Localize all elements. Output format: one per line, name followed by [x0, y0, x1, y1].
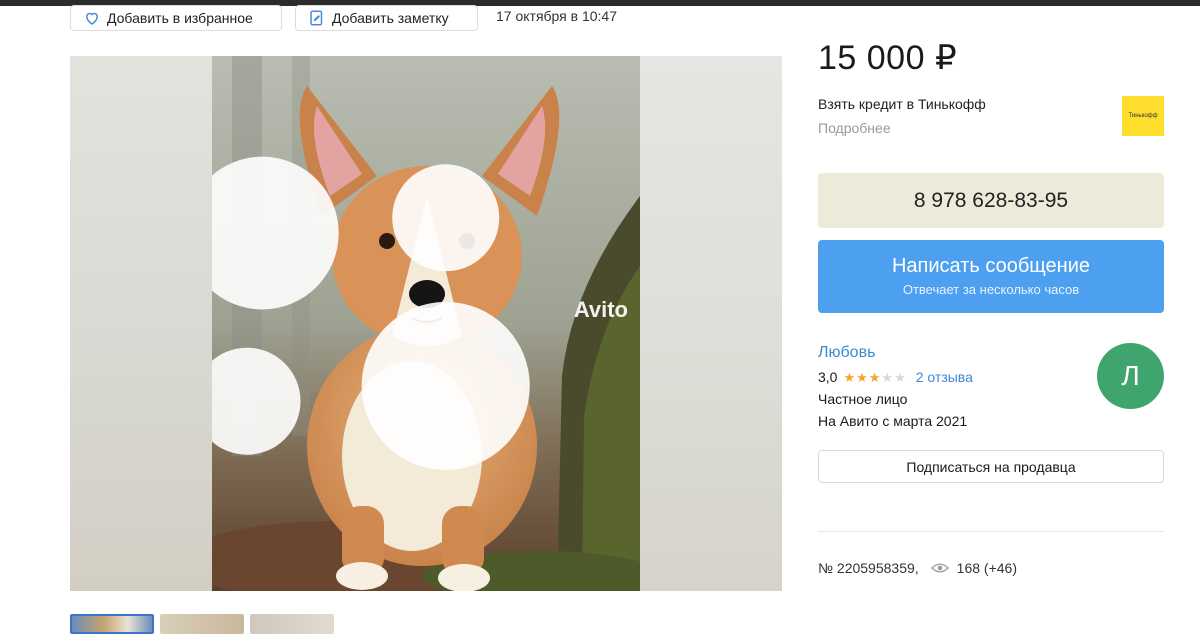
avatar-letter: Л	[1121, 360, 1140, 391]
avito-watermark: Avito	[212, 56, 628, 577]
gallery-blur-left	[70, 56, 212, 591]
seller-name-link[interactable]: Любовь	[818, 344, 875, 362]
seller-avatar[interactable]: Л	[1097, 343, 1164, 409]
avito-logo-icon	[212, 156, 530, 470]
response-time-label: Отвечает за несколько часов	[902, 282, 1080, 297]
note-icon	[310, 10, 323, 26]
seller-type: Частное лицо	[818, 391, 908, 407]
add-note-label: Добавить заметку	[332, 10, 449, 26]
credit-details-link[interactable]: Подробнее	[818, 120, 891, 136]
star-icon: ★	[843, 369, 856, 385]
add-note-button[interactable]: Добавить заметку	[295, 5, 478, 31]
add-to-favorites-label: Добавить в избранное	[107, 10, 253, 26]
phone-number: 8 978 628-83-95	[913, 188, 1069, 212]
listing-date: 17 октября в 10:47	[496, 8, 618, 24]
add-to-favorites-button[interactable]: Добавить в избранное	[70, 5, 282, 31]
seller-rating: 3,0 ★ ★ ★ ★ ★ 2 отзыва	[818, 369, 973, 385]
write-message-label: Написать сообщение	[891, 255, 1090, 277]
star-icon: ★	[856, 369, 868, 385]
heart-icon	[85, 12, 99, 25]
thumbnail[interactable]	[70, 614, 154, 634]
show-phone-button[interactable]: 8 978 628-83-95	[818, 173, 1164, 228]
star-icon: ★	[881, 369, 894, 385]
star-icon: ★	[868, 369, 881, 385]
reviews-link[interactable]: 2 отзыва	[916, 369, 973, 385]
gallery-blur-right	[640, 56, 782, 591]
listing-meta: № 2205958359, 168 (+46)	[818, 560, 1017, 576]
tinkoff-logo-text: Тинькофф	[1128, 113, 1158, 119]
price: 15 000 ₽	[818, 39, 958, 77]
eye-icon	[930, 563, 949, 573]
views-count: 168 (+46)	[956, 560, 1017, 576]
main-photo[interactable]: Avito	[212, 56, 640, 591]
rating-stars: ★ ★ ★ ★ ★	[843, 371, 905, 384]
star-icon: ★	[894, 369, 906, 385]
write-message-button[interactable]: Написать сообщение Отвечает за несколько…	[818, 240, 1164, 313]
tinkoff-logo[interactable]: Тинькофф	[1122, 96, 1164, 136]
thumbnail[interactable]	[250, 614, 334, 634]
seller-since: На Авито с марта 2021	[818, 413, 968, 429]
subscribe-seller-button[interactable]: Подписаться на продавца	[818, 450, 1164, 483]
ad-number: № 2205958359,	[818, 560, 919, 576]
subscribe-label: Подписаться на продавца	[906, 458, 1076, 475]
divider	[818, 531, 1164, 532]
rating-value: 3,0	[818, 369, 838, 385]
credit-link[interactable]: Взять кредит в Тинькофф	[818, 96, 986, 112]
thumbnail[interactable]	[160, 614, 244, 634]
watermark-text: Avito	[573, 296, 628, 322]
thumbnail-strip	[70, 614, 334, 634]
photo-gallery[interactable]: Avito	[70, 56, 782, 591]
